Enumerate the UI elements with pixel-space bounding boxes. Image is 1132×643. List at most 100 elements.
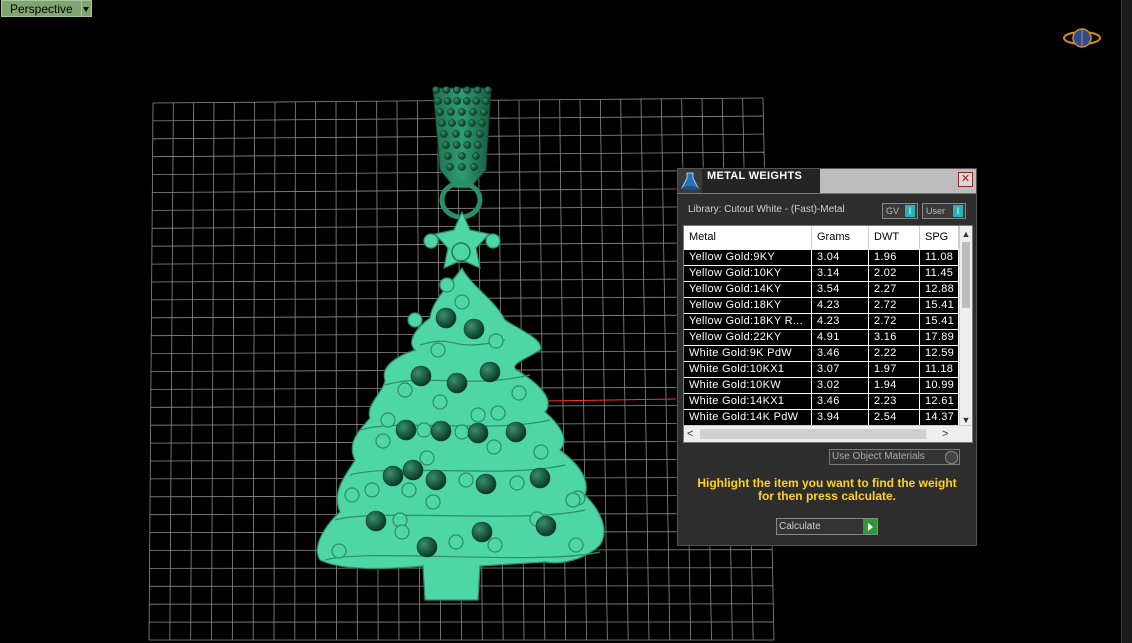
spg-value: 10.99 xyxy=(920,378,959,393)
tree-ring xyxy=(425,494,441,510)
table-row[interactable]: Yellow Gold:9KY 3.04 1.96 11.08 xyxy=(684,250,959,265)
dwt-value: 2.23 xyxy=(869,394,920,409)
spg-value: 12.59 xyxy=(920,346,959,361)
spg-value: 17.89 xyxy=(920,330,959,345)
tree-ring xyxy=(432,394,448,410)
column-header-spg[interactable]: SPG xyxy=(920,226,959,248)
tree-ring xyxy=(486,439,502,455)
metal-table[interactable]: Metal Grams DWT SPG Yellow Gold:9KY 3.04 1… xyxy=(683,225,973,443)
view-name[interactable]: Perspective xyxy=(1,0,82,17)
column-header-grams[interactable]: Grams xyxy=(812,226,869,248)
spg-value: 14.37 xyxy=(920,410,959,425)
tree-ring xyxy=(439,277,455,293)
bail-stone xyxy=(432,86,440,94)
spg-value: 11.08 xyxy=(920,250,959,265)
gv-toggle-label: GV xyxy=(886,206,900,216)
table-row[interactable]: White Gold:14K PdW 3.94 2.54 14.37 xyxy=(684,410,959,425)
dwt-value: 1.97 xyxy=(869,362,920,377)
play-icon[interactable] xyxy=(863,519,877,534)
table-row[interactable]: White Gold:14KX1 3.46 2.23 12.61 xyxy=(684,394,959,409)
table-row[interactable]: White Gold:10KW 3.02 1.94 10.99 xyxy=(684,378,959,393)
column-header-metal[interactable]: Metal xyxy=(684,226,812,248)
spg-value: 12.88 xyxy=(920,282,959,297)
bail-stone xyxy=(463,86,472,94)
metal-name: Yellow Gold:18KY R... xyxy=(684,314,812,329)
tree-ornament xyxy=(395,419,417,441)
dwt-value: 1.94 xyxy=(869,378,920,393)
spg-value: 11.18 xyxy=(920,362,959,377)
bail-stone xyxy=(469,108,477,116)
vertical-scrollbar[interactable]: ▲ ▼ xyxy=(959,226,972,426)
spg-value: 15.41 xyxy=(920,314,959,329)
grams-value: 3.07 xyxy=(812,362,869,377)
tree-ring xyxy=(490,405,506,421)
close-icon[interactable]: ✕ xyxy=(958,172,973,187)
view-cube-icon[interactable] xyxy=(1062,26,1102,50)
table-row[interactable]: White Gold:10KX1 3.07 1.97 11.18 xyxy=(684,362,959,377)
scroll-left-icon[interactable]: < xyxy=(687,426,693,442)
grams-value: 3.02 xyxy=(812,378,869,393)
table-row[interactable]: Yellow Gold:22KY 4.91 3.16 17.89 xyxy=(684,330,959,345)
tree-ring xyxy=(487,537,503,553)
spg-value: 15.41 xyxy=(920,298,959,313)
metal-name: White Gold:9K PdW xyxy=(684,346,812,361)
tree-ornament xyxy=(425,469,447,491)
column-header-dwt[interactable]: DWT xyxy=(869,226,920,248)
panel-titlebar[interactable]: METAL WEIGHTS ✕ xyxy=(678,169,976,194)
table-row[interactable]: Yellow Gold:18KY R... 4.23 2.72 15.41 xyxy=(684,314,959,329)
use-object-materials-checkbox[interactable]: Use Object Materials xyxy=(829,449,960,465)
gv-toggle-indicator: I xyxy=(905,205,915,217)
tree-ring xyxy=(454,294,470,310)
bail-stone xyxy=(470,163,478,171)
calculate-label: Calculate xyxy=(779,521,821,532)
tree-ornament xyxy=(529,467,551,489)
grams-value: 4.91 xyxy=(812,330,869,345)
view-dropdown-icon[interactable] xyxy=(81,0,92,17)
tree-ring xyxy=(448,534,464,550)
tree-ornament xyxy=(435,307,457,329)
dwt-value: 2.02 xyxy=(869,266,920,281)
gv-toggle[interactable]: GV I xyxy=(882,203,918,219)
bail-stone xyxy=(482,97,490,105)
bail-stone xyxy=(453,97,462,105)
grams-value: 4.23 xyxy=(812,314,869,329)
tree-ring xyxy=(533,444,549,460)
table-row[interactable]: Yellow Gold:14KY 3.54 2.27 12.88 xyxy=(684,282,959,297)
tree-ring xyxy=(407,312,423,328)
tree-ring xyxy=(488,333,504,349)
table-row[interactable]: White Gold:9K PdW 3.46 2.22 12.59 xyxy=(684,346,959,361)
bail-stone xyxy=(472,152,480,160)
checkbox-icon[interactable] xyxy=(945,451,958,464)
tree-ornament xyxy=(446,372,468,394)
view-label[interactable]: Perspective xyxy=(1,0,92,17)
scroll-right-icon[interactable]: > xyxy=(942,426,948,442)
tree-ring xyxy=(401,482,417,498)
metal-name: Yellow Gold:22KY xyxy=(684,330,812,345)
metal-name: White Gold:14K PdW xyxy=(684,410,812,425)
tree-ring xyxy=(397,382,413,398)
calculate-button[interactable]: Calculate xyxy=(776,518,878,535)
bail-stone xyxy=(434,97,442,105)
dwt-value: 2.27 xyxy=(869,282,920,297)
use-object-materials-label: Use Object Materials xyxy=(832,451,925,462)
scroll-up-icon[interactable]: ▲ xyxy=(960,228,972,240)
spg-value: 11.45 xyxy=(920,266,959,281)
bail-stone xyxy=(480,108,488,116)
tree-ring xyxy=(454,424,470,440)
horizontal-scroll-thumb[interactable] xyxy=(700,429,926,439)
vertical-scroll-thumb[interactable] xyxy=(962,242,970,308)
user-toggle[interactable]: User I xyxy=(922,203,966,219)
tree-ring xyxy=(568,537,584,553)
bail-stone xyxy=(436,108,444,116)
flask-icon xyxy=(678,169,702,193)
table-row[interactable]: Yellow Gold:10KY 3.14 2.02 11.45 xyxy=(684,266,959,281)
table-row[interactable]: Yellow Gold:18KY 4.23 2.72 15.41 xyxy=(684,298,959,313)
metal-name: White Gold:10KX1 xyxy=(684,362,812,377)
user-toggle-label: User xyxy=(926,206,946,216)
grams-value: 3.46 xyxy=(812,346,869,361)
bail-stone xyxy=(464,130,472,138)
horizontal-scrollbar[interactable]: < > xyxy=(684,425,972,442)
dwt-value: 1.96 xyxy=(869,250,920,265)
tree-ring xyxy=(485,233,501,249)
bail-stone xyxy=(484,86,492,94)
